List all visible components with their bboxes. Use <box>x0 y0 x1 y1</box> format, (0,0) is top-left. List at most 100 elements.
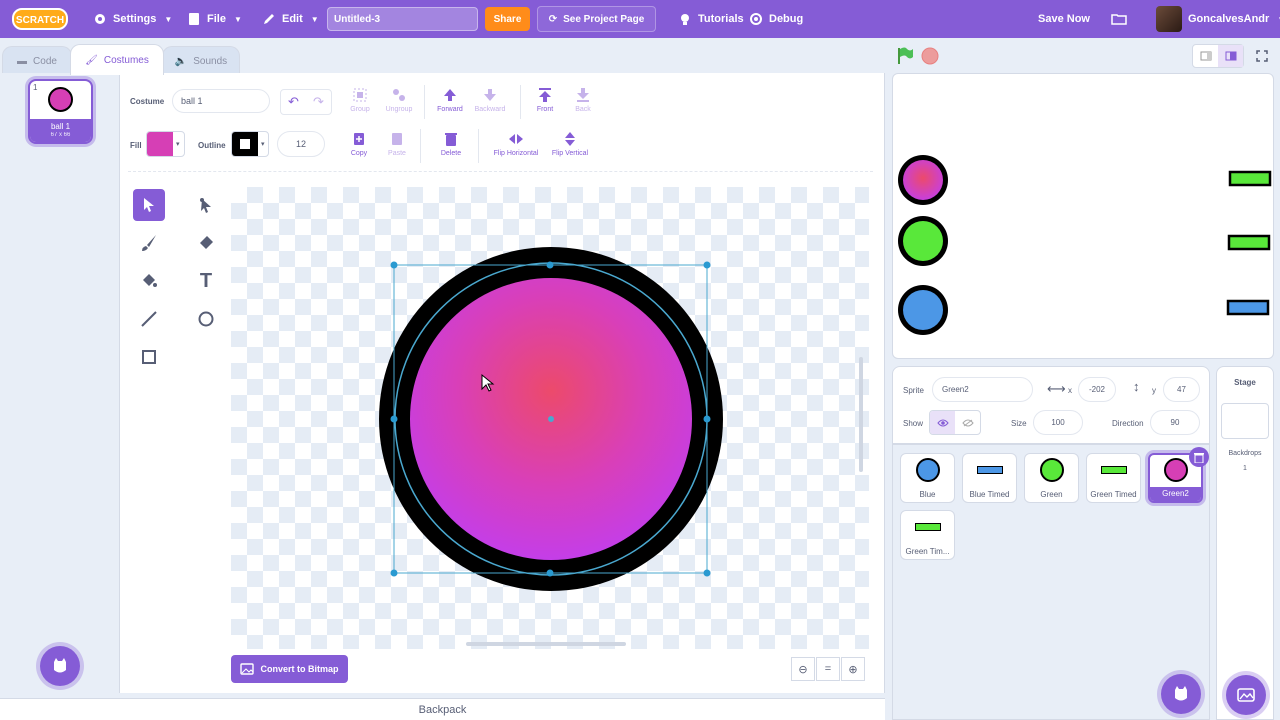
edit-menu[interactable]: Edit ▼ <box>262 0 319 38</box>
convert-to-bitmap-button[interactable]: Convert to Bitmap <box>231 655 348 683</box>
show-label: Show <box>903 419 924 428</box>
horizontal-scrollbar[interactable] <box>466 642 626 646</box>
flip-horizontal-button[interactable]: Flip Horizontal <box>485 131 547 157</box>
save-now-button[interactable]: Save Now <box>1038 0 1090 38</box>
stage-sprite-blue-timed[interactable] <box>1226 299 1270 316</box>
line-tool[interactable] <box>133 303 165 335</box>
ungroup-icon <box>393 89 405 101</box>
see-project-label: See Project Page <box>563 13 645 25</box>
convert-label: Convert to Bitmap <box>260 664 339 674</box>
project-title-input[interactable]: Untitled-3 <box>327 7 478 31</box>
fill-label: Fill <box>130 141 142 150</box>
brush-tool[interactable] <box>133 227 165 259</box>
settings-menu[interactable]: Settings ▼ <box>93 0 172 38</box>
debug-button[interactable]: Debug <box>749 0 803 38</box>
my-stuff-button[interactable] <box>1111 0 1127 38</box>
share-button[interactable]: Share <box>485 7 530 31</box>
undo-icon[interactable]: ↶ <box>288 94 299 110</box>
choose-sprite-button[interactable] <box>1161 674 1201 714</box>
tab-costumes[interactable]: 🖌 Costumes <box>70 44 164 75</box>
image-icon <box>1237 688 1255 702</box>
select-tool[interactable] <box>133 189 165 221</box>
sprite-tile-green[interactable]: Green <box>1024 453 1079 503</box>
brush-icon <box>142 235 156 251</box>
file-menu[interactable]: File ▼ <box>187 0 242 38</box>
stage-sprite-green-tim[interactable] <box>1227 234 1271 251</box>
scratch-logo[interactable]: SCRATCH <box>12 7 68 31</box>
sprite-name-input[interactable]: Green2 <box>932 377 1033 402</box>
stop-icon[interactable] <box>921 47 939 65</box>
x-label: x <box>1068 386 1072 395</box>
outline-width-input[interactable]: 12 <box>277 131 325 157</box>
flip-vertical-button[interactable]: Flip Vertical <box>545 131 595 157</box>
green-flag-icon[interactable] <box>897 46 915 66</box>
chevron-down-icon: ▾ <box>176 141 180 148</box>
flip-horizontal-icon <box>509 134 523 144</box>
sprite-thumbnail <box>1040 458 1064 482</box>
vertical-scrollbar[interactable] <box>859 357 863 472</box>
tab-sounds-label: Sounds <box>193 56 228 67</box>
costume-name-input[interactable]: ball 1 <box>172 89 270 113</box>
backward-button[interactable]: Backward <box>465 87 515 113</box>
paste-button[interactable]: Paste <box>372 131 422 157</box>
stage-selector[interactable]: Stage Backdrops 1 <box>1216 366 1274 720</box>
circle-tool[interactable] <box>190 303 222 335</box>
hide-button[interactable] <box>955 411 980 434</box>
sprite-name: Green Tim... <box>905 547 950 556</box>
choose-backdrop-button[interactable] <box>1226 675 1266 715</box>
costume-name: ball 1 <box>50 122 71 131</box>
fill-tool[interactable] <box>133 265 165 297</box>
fullscreen-button[interactable] <box>1250 44 1274 68</box>
debug-icon <box>750 13 762 25</box>
normal-stage-button[interactable] <box>1218 45 1243 67</box>
size-input[interactable]: 100 <box>1033 410 1083 435</box>
tab-code[interactable]: ▬ Code <box>2 46 72 76</box>
stage-thumbnail <box>1221 403 1269 439</box>
redo-icon[interactable]: ↷ <box>313 94 324 110</box>
backpack-bar[interactable]: Backpack <box>0 698 885 720</box>
outline-color-picker[interactable]: ▾ <box>231 131 269 157</box>
sprite-tile-blue-timed[interactable]: Blue Timed <box>962 453 1017 503</box>
sprite-tile-green-timed[interactable]: Green Timed <box>1086 453 1141 503</box>
delete-button[interactable]: Delete <box>426 131 476 157</box>
tab-sounds[interactable]: 🔈 Sounds <box>162 46 240 76</box>
zoom-out-button[interactable]: ⊖ <box>791 657 815 681</box>
paint-canvas[interactable] <box>231 187 869 649</box>
pencil-icon <box>264 14 274 24</box>
small-stage-button[interactable] <box>1193 45 1218 67</box>
backpack-label: Backpack <box>418 703 467 716</box>
file-label: File <box>207 13 226 25</box>
tutorials-button[interactable]: Tutorials <box>678 0 744 38</box>
costume-list <box>0 73 120 693</box>
stage-size-toggle <box>1192 44 1244 68</box>
costume-thumbnail <box>48 87 73 112</box>
eraser-tool[interactable] <box>190 227 222 259</box>
delete-sprite-button[interactable] <box>1189 447 1209 467</box>
stage-sprite-green-timed[interactable] <box>1228 170 1272 187</box>
costume-tile[interactable]: 1 ball 1 67 x 66 <box>28 79 93 144</box>
show-button[interactable] <box>930 411 955 434</box>
zoom-in-button[interactable]: ⊕ <box>841 657 865 681</box>
costume-label: ball 1 67 x 66 <box>30 119 91 142</box>
sprite-tile-green-tim[interactable]: Green Tim... <box>900 510 955 560</box>
normal-stage-icon <box>1225 51 1236 61</box>
rectangle-tool[interactable] <box>133 341 165 373</box>
stage[interactable] <box>892 73 1274 359</box>
y-input[interactable]: 47 <box>1163 377 1200 402</box>
x-input[interactable]: -202 <box>1078 377 1116 402</box>
reshape-tool[interactable] <box>190 189 222 221</box>
ungroup-button[interactable]: Ungroup <box>374 87 424 113</box>
account-menu[interactable]: GoncalvesAndr▼ <box>1156 0 1280 38</box>
paint-bucket-icon <box>143 274 157 287</box>
text-tool[interactable]: T <box>190 265 222 297</box>
zoom-reset-button[interactable]: = <box>816 657 840 681</box>
direction-input[interactable]: 90 <box>1150 410 1200 435</box>
choose-costume-button[interactable] <box>40 646 80 686</box>
cat-icon <box>54 658 66 673</box>
group-label: Group <box>350 106 370 113</box>
see-project-page-button[interactable]: ⟳ See Project Page <box>537 6 656 32</box>
fill-color-picker[interactable]: ▾ <box>146 131 185 157</box>
sprite-tile-blue[interactable]: Blue <box>900 453 955 503</box>
back-button[interactable]: Back <box>558 87 608 113</box>
flip-vertical-label: Flip Vertical <box>551 150 589 157</box>
